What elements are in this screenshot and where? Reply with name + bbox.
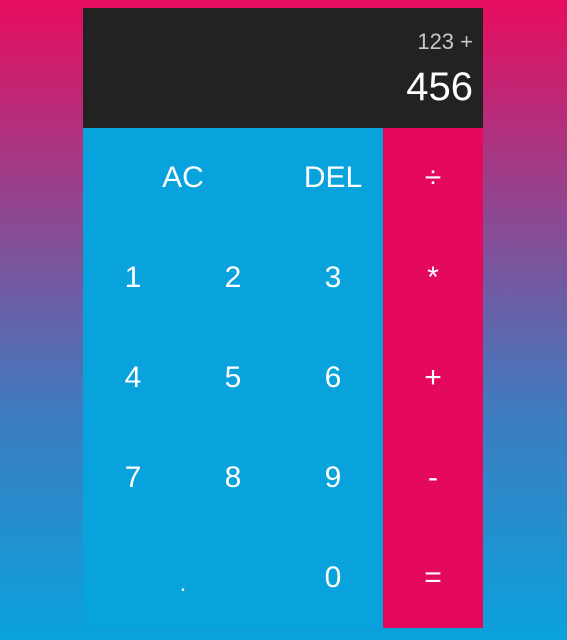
calculator-display: 123 + 456 [83, 8, 483, 128]
digit-3-button[interactable]: 3 [283, 228, 383, 328]
digit-0-button[interactable]: 0 [283, 528, 383, 628]
divide-button[interactable]: ÷ [383, 128, 483, 228]
all-clear-button[interactable]: AC [83, 128, 283, 228]
delete-button[interactable]: DEL [283, 128, 383, 228]
digit-9-button[interactable]: 9 [283, 428, 383, 528]
digit-2-button[interactable]: 2 [183, 228, 283, 328]
digit-6-button[interactable]: 6 [283, 328, 383, 428]
equals-button[interactable]: = [383, 528, 483, 628]
digit-7-button[interactable]: 7 [83, 428, 183, 528]
previous-operand: 123 + [417, 28, 473, 54]
add-button[interactable]: + [383, 328, 483, 428]
multiply-button[interactable]: * [383, 228, 483, 328]
digit-5-button[interactable]: 5 [183, 328, 283, 428]
decimal-button[interactable]: . [83, 528, 283, 628]
digit-8-button[interactable]: 8 [183, 428, 283, 528]
subtract-button[interactable]: - [383, 428, 483, 528]
digit-1-button[interactable]: 1 [83, 228, 183, 328]
current-operand: 456 [406, 64, 473, 109]
calculator: 123 + 456 AC DEL ÷ 1 2 3 * 4 5 6 + 7 8 9… [83, 8, 483, 628]
digit-4-button[interactable]: 4 [83, 328, 183, 428]
